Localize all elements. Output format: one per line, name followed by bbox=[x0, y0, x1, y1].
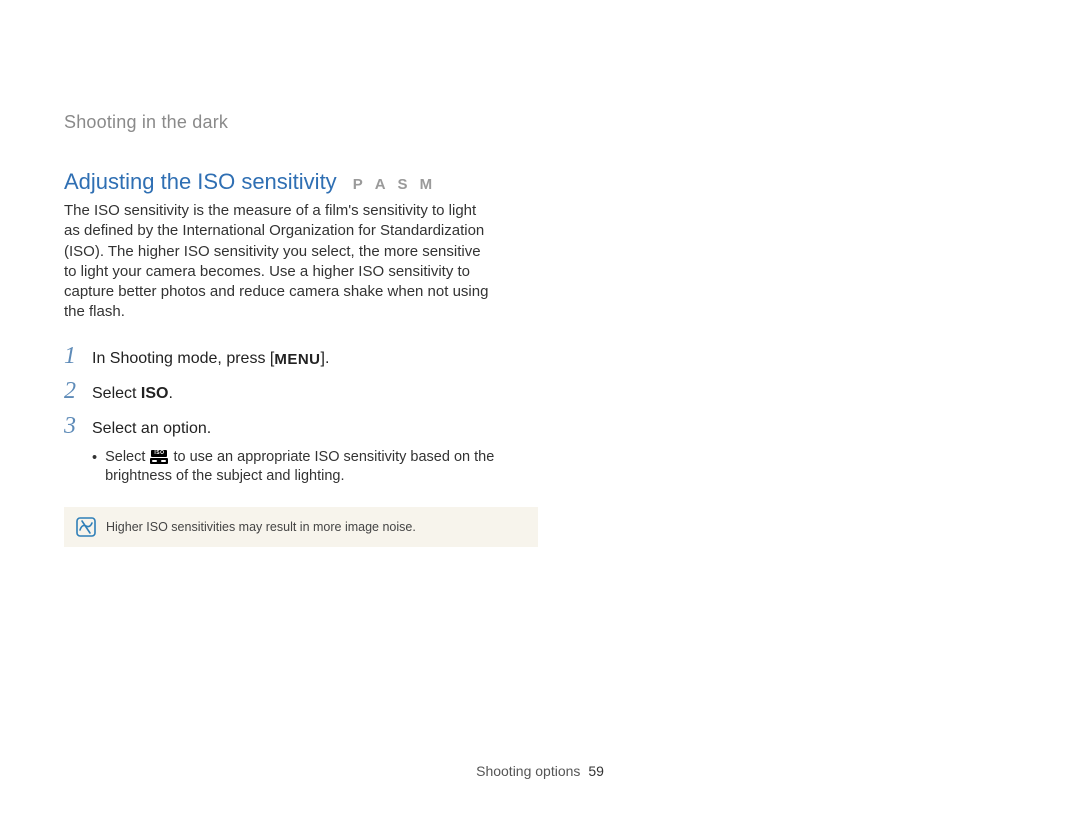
step-3: 3 Select an option. bbox=[64, 413, 496, 440]
step-1: 1 In Shooting mode, press [MENU]. bbox=[64, 343, 496, 370]
page-footer: Shooting options 59 bbox=[0, 763, 1080, 779]
bullet-icon: • bbox=[92, 448, 97, 487]
breadcrumb: Shooting in the dark bbox=[64, 112, 496, 133]
steps-list: 1 In Shooting mode, press [MENU]. 2 Sele… bbox=[64, 343, 496, 487]
footer-page-number: 59 bbox=[588, 763, 604, 779]
sub-bullet: • Select ISO to use an appropriate ISO s… bbox=[92, 448, 496, 487]
step-number: 3 bbox=[64, 413, 82, 440]
note-icon bbox=[76, 517, 96, 537]
step-text: Select ISO. bbox=[92, 385, 173, 403]
step-1-before: In Shooting mode, press [ bbox=[92, 350, 274, 367]
iso-auto-icon: ISO bbox=[149, 450, 169, 464]
sub-bullet-before: Select bbox=[105, 449, 149, 465]
step-text: In Shooting mode, press [MENU]. bbox=[92, 350, 329, 368]
step-2-after: . bbox=[168, 385, 172, 402]
footer-section: Shooting options bbox=[476, 763, 580, 779]
mode-badges: P A S M bbox=[353, 176, 434, 193]
step-text: Select an option. bbox=[92, 420, 211, 438]
step-1-after: ]. bbox=[321, 350, 330, 367]
page-title: Adjusting the ISO sensitivity bbox=[64, 169, 337, 195]
step-number: 1 bbox=[64, 343, 82, 370]
mode-p: P bbox=[353, 176, 365, 193]
menu-button-label: MENU bbox=[274, 351, 320, 368]
step-2: 2 Select ISO. bbox=[64, 378, 496, 405]
intro-paragraph: The ISO sensitivity is the measure of a … bbox=[64, 201, 496, 323]
step-2-before: Select bbox=[92, 385, 141, 402]
mode-a: A bbox=[375, 176, 388, 193]
step-2-bold: ISO bbox=[141, 385, 169, 402]
mode-s: S bbox=[398, 176, 410, 193]
note-text: Higher ISO sensitivities may result in m… bbox=[106, 520, 416, 534]
note-box: Higher ISO sensitivities may result in m… bbox=[64, 507, 538, 547]
step-number: 2 bbox=[64, 378, 82, 405]
sub-bullet-text: Select ISO to use an appropriate ISO sen… bbox=[105, 448, 496, 487]
mode-m: M bbox=[420, 176, 435, 193]
